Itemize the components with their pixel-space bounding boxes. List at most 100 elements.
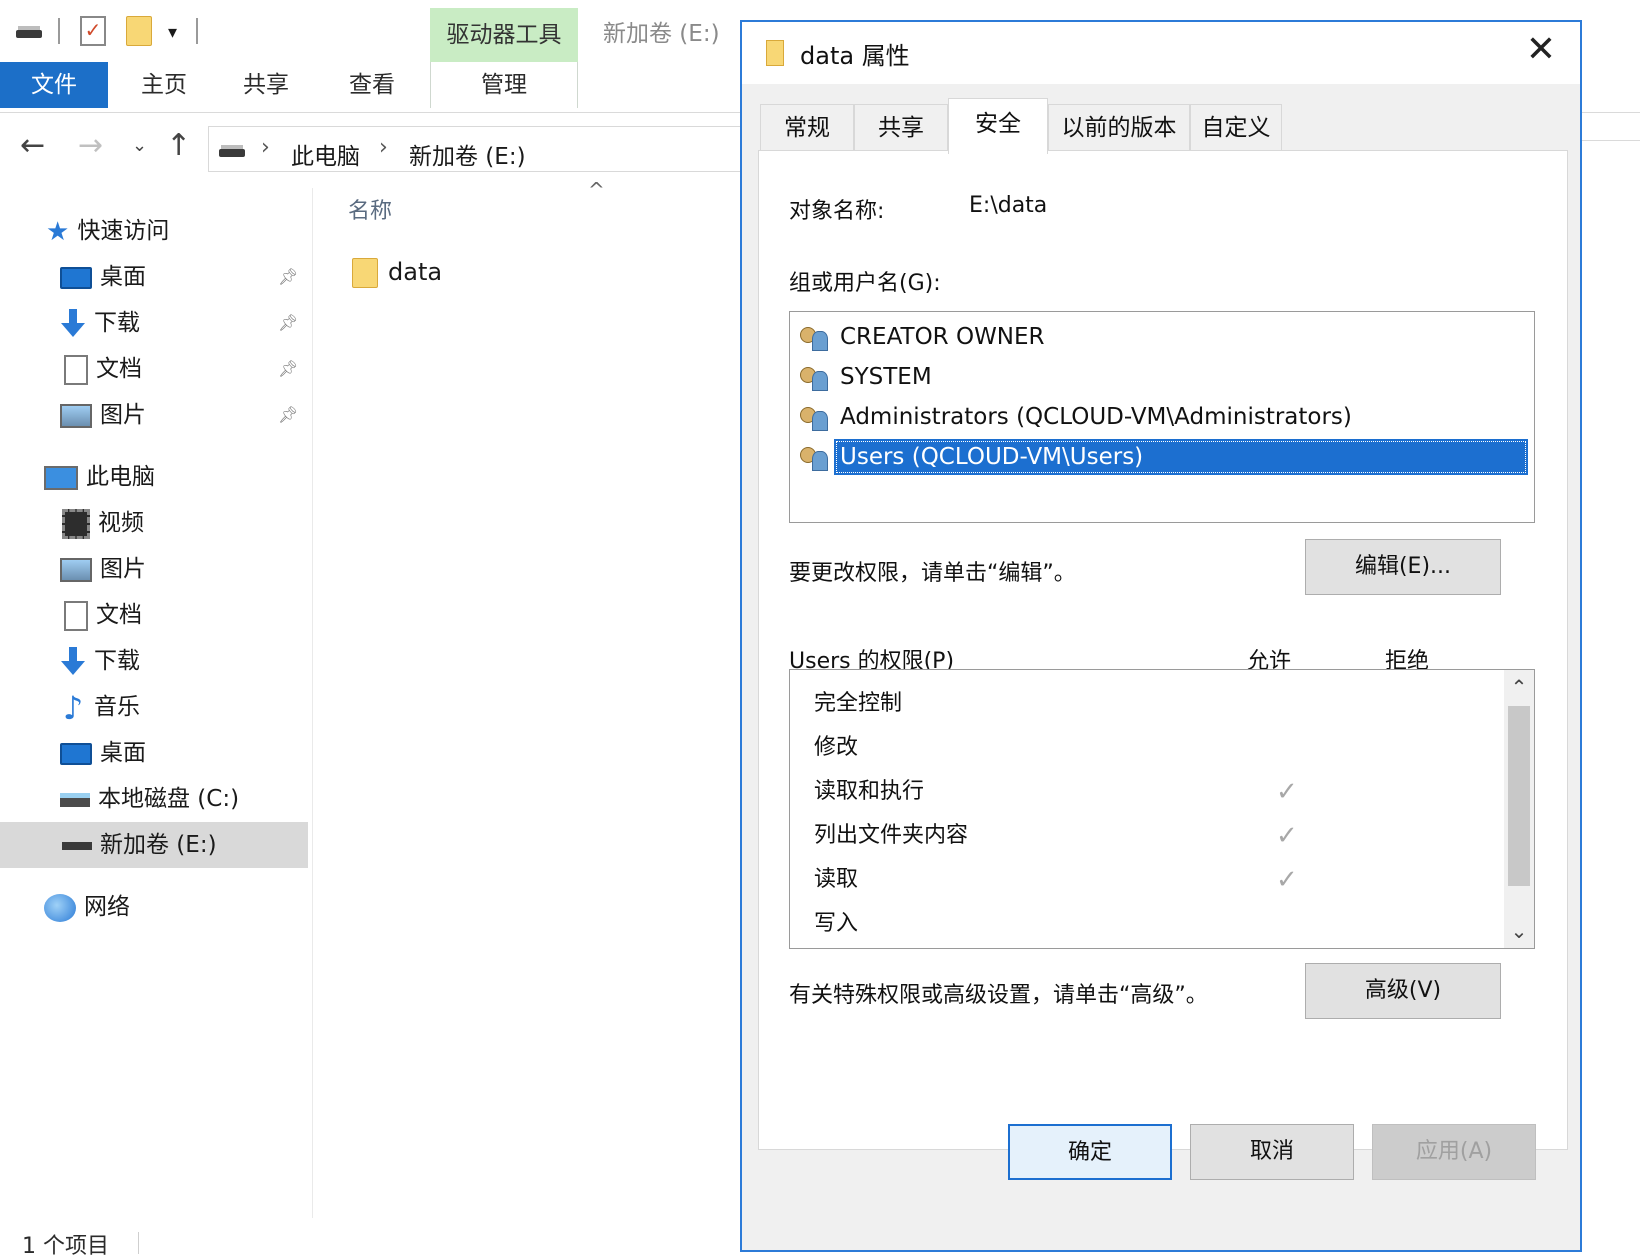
nav-documents-pc[interactable]: 文档 <box>64 592 142 638</box>
tab-manage-container: 管理 <box>430 62 578 108</box>
nav-desktop-pc[interactable]: 桌面 <box>60 730 146 776</box>
user-group-icon <box>798 443 832 473</box>
breadcrumb-new-volume[interactable]: 新加卷 (E:) <box>409 137 526 171</box>
nav-label: 视频 <box>98 510 144 536</box>
nav-pictures-pc[interactable]: 图片 <box>60 546 146 592</box>
navigation-pane: ★ 快速访问 桌面 📌︎ 下载 📌︎ 文档 📌︎ 图片 📌︎ 此电脑 视频 图片 … <box>0 188 308 1208</box>
new-folder-icon[interactable] <box>126 16 152 46</box>
change-permissions-hint: 要更改权限，请单击“编辑”。 <box>789 561 1076 586</box>
folder-icon <box>766 40 784 66</box>
nav-downloads[interactable]: 下载 <box>60 300 140 346</box>
drive-icon <box>219 145 245 157</box>
breadcrumb-chevron-icon[interactable]: › <box>379 135 388 160</box>
computer-icon <box>44 465 78 490</box>
user-row-creator-owner[interactable]: CREATOR OWNER <box>798 318 1526 358</box>
apply-button[interactable]: 应用(A) <box>1372 1124 1536 1180</box>
pin-icon[interactable]: 📌︎ <box>278 254 298 300</box>
user-name: Administrators (QCLOUD-VM\Administrators… <box>840 404 1352 430</box>
nav-desktop[interactable]: 桌面 <box>60 254 146 300</box>
group-user-list[interactable]: CREATOR OWNER SYSTEM Administrators (QCL… <box>789 311 1535 523</box>
permission-name: 完全控制 <box>814 691 903 716</box>
nav-downloads-pc[interactable]: 下载 <box>60 638 140 684</box>
dialog-title-bar[interactable]: data 属性 ✕ <box>742 22 1580 84</box>
music-note-icon: ♪ <box>62 688 84 727</box>
picture-icon <box>60 403 92 428</box>
nav-label: 图片 <box>100 402 146 428</box>
user-row-system[interactable]: SYSTEM <box>798 358 1526 398</box>
context-tab-group-label: 驱动器工具 <box>430 8 578 62</box>
tab-view[interactable]: 查看 <box>332 62 412 108</box>
user-group-icon <box>798 323 832 353</box>
tab-home[interactable]: 主页 <box>124 62 204 108</box>
forward-arrow-icon[interactable]: → <box>78 128 103 164</box>
nav-music[interactable]: ♪ 音乐 <box>60 684 140 730</box>
nav-label: 文档 <box>96 602 142 628</box>
tab-manage[interactable]: 管理 <box>431 62 577 108</box>
user-row-users[interactable]: Users (QCLOUD-VM\Users) <box>798 438 1528 478</box>
breadcrumb-chevron-icon[interactable]: › <box>261 135 270 160</box>
toolbar-separator <box>58 18 60 44</box>
tab-file[interactable]: 文件 <box>0 62 108 108</box>
permission-row: 读取和执行 <box>814 770 924 814</box>
security-tab-panel: 对象名称: E:\data 组或用户名(G): CREATOR OWNER SY… <box>758 150 1568 1150</box>
up-arrow-icon[interactable]: ↑ <box>166 128 191 164</box>
allow-check-icon: ✓ <box>1276 821 1298 851</box>
back-arrow-icon[interactable]: ← <box>20 128 45 164</box>
nav-local-disk-c[interactable]: 本地磁盘 (C:) <box>60 776 239 822</box>
permission-row: 读取 <box>814 858 858 902</box>
customize-toolbar-icon[interactable]: ▾ <box>168 22 177 43</box>
permission-name: 列出文件夹内容 <box>814 823 969 848</box>
network-icon <box>44 893 76 922</box>
pin-icon[interactable]: 📌︎ <box>278 392 298 438</box>
allow-check-icon: ✓ <box>1276 865 1298 895</box>
pin-icon[interactable]: 📌︎ <box>278 300 298 346</box>
download-arrow-icon <box>60 308 86 339</box>
tab-previous-versions[interactable]: 以前的版本 <box>1048 104 1190 152</box>
nav-network[interactable]: 网络 <box>44 884 130 930</box>
nav-documents[interactable]: 文档 <box>64 346 142 392</box>
tab-customize[interactable]: 自定义 <box>1190 104 1282 152</box>
star-icon: ★ <box>46 216 70 247</box>
properties-icon[interactable]: ✓ <box>80 16 106 46</box>
breadcrumb-this-pc[interactable]: 此电脑 <box>291 137 360 171</box>
sort-ascending-icon: ^ <box>588 178 605 202</box>
permission-name: 读取 <box>814 867 859 892</box>
scrollbar-thumb[interactable] <box>1508 706 1530 886</box>
ok-button[interactable]: 确定 <box>1008 1124 1172 1180</box>
nav-new-volume-e[interactable]: 新加卷 (E:) <box>0 822 308 868</box>
permissions-list[interactable]: 完全控制 修改 读取和执行 ✓ 列出文件夹内容 ✓ 读取 ✓ 写入 ⌃ ⌄ <box>789 669 1535 949</box>
column-header-name[interactable]: 名称 <box>348 193 392 225</box>
nav-label: 此电脑 <box>86 464 155 490</box>
nav-videos[interactable]: 视频 <box>62 500 144 546</box>
nav-label: 音乐 <box>94 694 140 720</box>
pin-icon[interactable]: 📌︎ <box>278 346 298 392</box>
scroll-up-chevron-icon[interactable]: ⌃ <box>1504 672 1534 702</box>
tab-share[interactable]: 共享 <box>226 62 306 108</box>
drive-icon <box>62 841 92 850</box>
tab-security[interactable]: 安全 <box>948 98 1048 154</box>
file-name: data <box>388 258 443 286</box>
file-item[interactable]: data <box>352 252 442 292</box>
download-arrow-icon <box>60 646 86 677</box>
dialog-title: data 属性 <box>800 42 910 70</box>
edit-button[interactable]: 编辑(E)... <box>1305 539 1501 595</box>
address-bar[interactable]: › 此电脑 › 新加卷 (E:) <box>208 126 748 172</box>
desktop-icon <box>60 742 92 765</box>
permissions-scrollbar[interactable]: ⌃ ⌄ <box>1504 670 1534 948</box>
advanced-hint: 有关特殊权限或高级设置，请单击“高级”。 <box>789 983 1208 1008</box>
user-row-administrators[interactable]: Administrators (QCLOUD-VM\Administrators… <box>798 398 1526 438</box>
close-icon[interactable]: ✕ <box>1526 30 1556 70</box>
nav-quick-access[interactable]: ★ 快速访问 <box>46 208 169 254</box>
nav-pictures[interactable]: 图片 <box>60 392 146 438</box>
advanced-button[interactable]: 高级(V) <box>1305 963 1501 1019</box>
folder-icon <box>352 258 378 288</box>
properties-dialog: data 属性 ✕ 常规 共享 安全 以前的版本 自定义 对象名称: E:\da… <box>740 20 1582 1252</box>
recent-locations-chevron-icon[interactable]: ⌄ <box>132 128 147 164</box>
nav-this-pc[interactable]: 此电脑 <box>44 454 155 500</box>
scroll-down-chevron-icon[interactable]: ⌄ <box>1504 916 1534 946</box>
cancel-button[interactable]: 取消 <box>1190 1124 1354 1180</box>
ribbon-tabs: 文件 主页 共享 查看 <box>0 62 760 108</box>
nav-label: 桌面 <box>100 264 146 290</box>
tab-general[interactable]: 常规 <box>760 104 854 152</box>
tab-sharing[interactable]: 共享 <box>854 104 948 152</box>
